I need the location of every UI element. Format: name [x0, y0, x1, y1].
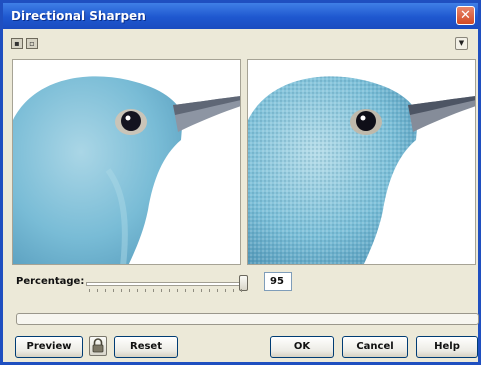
slider-tick — [113, 289, 114, 292]
slider-tick — [185, 289, 186, 292]
slider-tick — [105, 289, 106, 292]
slider-tick — [193, 289, 194, 292]
slider-tick — [89, 289, 90, 292]
result-preview-pane[interactable] — [247, 59, 476, 265]
dialog-title: Directional Sharpen — [11, 9, 146, 23]
title-bar[interactable]: Directional Sharpen ✕ — [3, 3, 478, 29]
percentage-slider-track[interactable] — [86, 282, 243, 286]
original-bird-image — [13, 60, 240, 264]
directional-sharpen-dialog: Directional Sharpen ✕ ▪ ▫ ▼ Percentage: … — [0, 0, 481, 365]
slider-tick — [241, 289, 242, 292]
progress-bar — [16, 313, 479, 325]
toggle-preview-icon[interactable]: ▪ — [11, 38, 23, 49]
slider-tick — [217, 289, 218, 292]
split-view-icon[interactable]: ▫ — [26, 38, 38, 49]
slider-tick — [161, 289, 162, 292]
cancel-button[interactable]: Cancel — [342, 336, 408, 358]
slider-tick — [121, 289, 122, 292]
slider-tick — [145, 289, 146, 292]
original-preview-pane[interactable] — [12, 59, 241, 265]
options-menu-icon[interactable]: ▼ — [455, 37, 468, 50]
percentage-value-input[interactable]: 95 — [264, 272, 292, 291]
preview-button[interactable]: Preview — [15, 336, 83, 358]
close-button[interactable]: ✕ — [456, 6, 475, 25]
slider-tick — [177, 289, 178, 292]
ok-button[interactable]: OK — [270, 336, 334, 358]
reset-button[interactable]: Reset — [114, 336, 178, 358]
slider-tick — [233, 289, 234, 292]
slider-tick — [209, 289, 210, 292]
slider-tick — [137, 289, 138, 292]
slider-tick — [97, 289, 98, 292]
slider-tick — [225, 289, 226, 292]
preview-toolbar: ▪ ▫ ▼ — [11, 37, 472, 55]
slider-tick — [201, 289, 202, 292]
lock-preview-button[interactable] — [89, 336, 107, 356]
lock-icon — [92, 338, 104, 353]
slider-tick — [169, 289, 170, 292]
percentage-label: Percentage: — [16, 276, 85, 287]
slider-tick — [129, 289, 130, 292]
help-button[interactable]: Help — [416, 336, 478, 358]
slider-tick — [153, 289, 154, 292]
sharpened-bird-image — [248, 60, 475, 264]
